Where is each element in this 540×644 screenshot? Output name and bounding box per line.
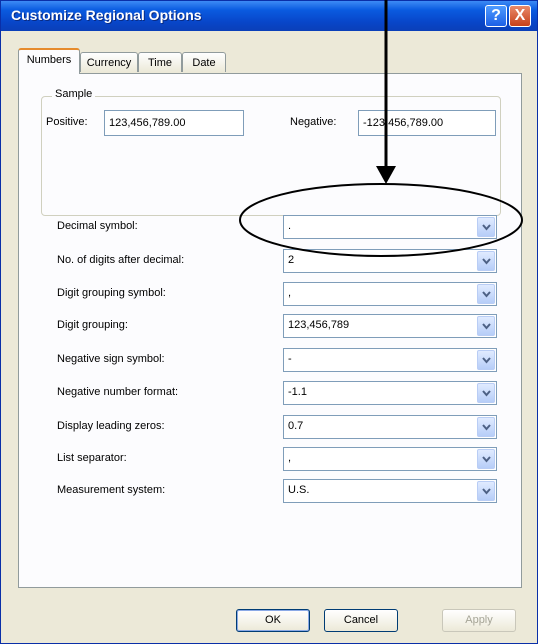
negative-label: Negative: (290, 116, 337, 128)
negative-sign-symbol-select[interactable]: - (283, 348, 497, 372)
help-icon: ? (491, 7, 501, 24)
tab-currency[interactable]: Currency (80, 52, 138, 72)
digit-grouping-label: Digit grouping: (57, 319, 128, 331)
leading-zeros-row: Display leading zeros: 0.7 (19, 415, 521, 439)
help-button[interactable]: ? (485, 5, 507, 27)
digit-grouping-select[interactable]: 123,456,789 (283, 314, 497, 338)
list-separator-row: List separator: , (19, 447, 521, 471)
tab-numbers[interactable]: Numbers (18, 48, 80, 74)
list-separator-label: List separator: (57, 452, 127, 464)
tab-date[interactable]: Date (182, 52, 226, 72)
apply-button: Apply (442, 609, 516, 632)
negative-sample-field[interactable]: -123,456,789.00 (358, 110, 496, 136)
digits-after-decimal-label: No. of digits after decimal: (57, 254, 185, 266)
numbers-panel: Sample Positive: 123,456,789.00 Negative… (18, 73, 522, 588)
decimal-symbol-row: Decimal symbol: . (19, 215, 521, 239)
chevron-down-icon[interactable] (477, 316, 495, 336)
digit-grouping-symbol-row: Digit grouping symbol: , (19, 282, 521, 306)
close-button[interactable]: X (509, 5, 531, 27)
negative-number-format-value: -1.1 (288, 386, 307, 398)
measurement-system-value: U.S. (288, 484, 310, 496)
sample-group: Sample Positive: 123,456,789.00 Negative… (41, 88, 501, 216)
negative-number-format-select[interactable]: -1.1 (283, 381, 497, 405)
chevron-down-icon[interactable] (477, 449, 495, 469)
chevron-down-icon[interactable] (477, 481, 495, 501)
negative-sign-symbol-row: Negative sign symbol: - (19, 348, 521, 372)
chevron-down-icon[interactable] (477, 417, 495, 437)
tab-time[interactable]: Time (138, 52, 182, 72)
decimal-symbol-select[interactable]: . (283, 215, 497, 239)
digit-grouping-symbol-select[interactable]: , (283, 282, 497, 306)
cancel-button[interactable]: Cancel (324, 609, 398, 632)
measurement-system-label: Measurement system: (57, 484, 166, 496)
digits-after-decimal-value: 2 (288, 254, 295, 266)
chevron-down-icon[interactable] (477, 284, 495, 304)
chevron-down-icon[interactable] (477, 383, 495, 403)
digit-grouping-symbol-label: Digit grouping symbol: (57, 287, 166, 299)
negative-number-format-row: Negative number format: -1.1 (19, 381, 521, 405)
list-separator-value: , (288, 452, 292, 464)
decimal-symbol-label: Decimal symbol: (57, 220, 138, 232)
chevron-down-icon[interactable] (477, 350, 495, 370)
chevron-down-icon[interactable] (477, 217, 495, 237)
positive-label: Positive: (46, 116, 88, 128)
positive-sample-field[interactable]: 123,456,789.00 (104, 110, 244, 136)
negative-number-format-label: Negative number format: (57, 386, 179, 398)
list-separator-select[interactable]: , (283, 447, 497, 471)
digit-grouping-row: Digit grouping: 123,456,789 (19, 314, 521, 338)
title-bar[interactable]: Customize Regional Options ? X (1, 1, 537, 31)
negative-sign-symbol-label: Negative sign symbol: (57, 353, 165, 365)
digit-grouping-symbol-value: , (288, 287, 292, 299)
digits-after-decimal-select[interactable]: 2 (283, 249, 497, 273)
close-icon: X (514, 7, 526, 24)
negative-sign-symbol-value: - (288, 353, 292, 365)
leading-zeros-select[interactable]: 0.7 (283, 415, 497, 439)
digits-after-decimal-row: No. of digits after decimal: 2 (19, 249, 521, 273)
window-title: Customize Regional Options (11, 7, 202, 23)
leading-zeros-label: Display leading zeros: (57, 420, 165, 432)
decimal-symbol-value: . (288, 220, 292, 232)
digit-grouping-value: 123,456,789 (288, 319, 350, 331)
measurement-system-select[interactable]: U.S. (283, 479, 497, 503)
sample-legend: Sample (52, 88, 96, 100)
chevron-down-icon[interactable] (477, 251, 495, 271)
leading-zeros-value: 0.7 (288, 420, 304, 432)
ok-button[interactable]: OK (236, 609, 310, 632)
measurement-system-row: Measurement system: U.S. (19, 479, 521, 503)
